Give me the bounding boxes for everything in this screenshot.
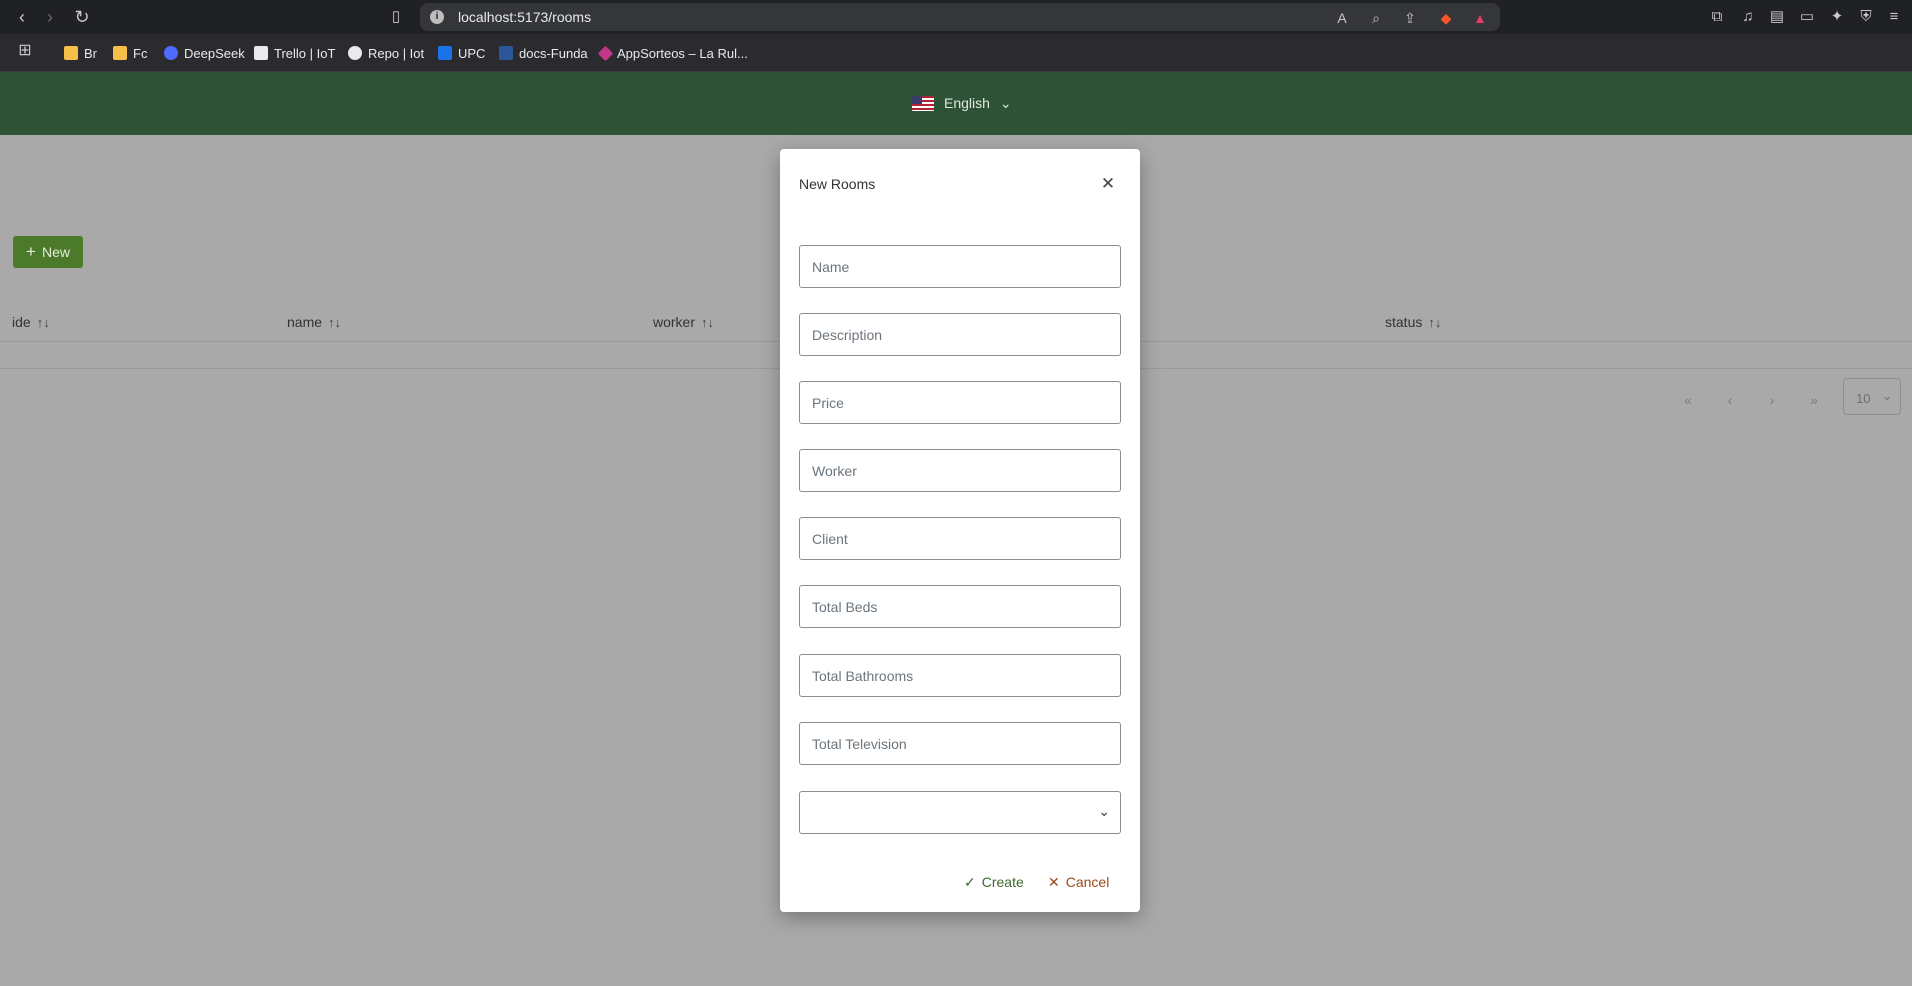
sort-icon: ↑↓ — [328, 314, 342, 330]
bookmark-appsorteos[interactable]: AppSorteos – La Rul... — [597, 43, 748, 63]
brave-rewards-icon[interactable]: ▲ — [1470, 8, 1490, 28]
bookmarks-bar: ⊞ Br Fc DeepSeek Trello | IoT Repo | Iot… — [0, 34, 1912, 72]
upc-icon — [438, 46, 452, 60]
appsorteos-icon — [597, 45, 614, 61]
folder-icon — [64, 46, 78, 60]
description-input[interactable] — [799, 313, 1121, 356]
sort-icon: ↑↓ — [36, 314, 50, 330]
sort-icon: ↑↓ — [1428, 314, 1442, 330]
worker-input[interactable] — [799, 449, 1121, 492]
next-page-icon[interactable]: › — [1760, 388, 1784, 412]
vpn-icon[interactable]: ⛨ — [1856, 7, 1876, 27]
price-input[interactable] — [799, 381, 1121, 424]
create-button[interactable]: ✓ Create — [964, 872, 1024, 892]
create-button-label: Create — [981, 874, 1024, 890]
new-button-label: New — [41, 244, 70, 260]
menu-icon[interactable]: ≡ — [1884, 7, 1904, 27]
leo-ai-icon[interactable]: ✦ — [1827, 7, 1847, 27]
total-beds-input[interactable] — [799, 585, 1121, 628]
close-icon[interactable]: ✕ — [1097, 173, 1119, 195]
browser-toolbar: ‹ › ↻ ▯ i localhost:5173/rooms A ⌕ ⇪ ◆ ▲… — [0, 0, 1912, 34]
address-bar[interactable]: i localhost:5173/rooms A ⌕ ⇪ ◆ ▲ — [420, 3, 1500, 31]
check-icon: ✓ — [964, 873, 976, 890]
name-input[interactable] — [799, 245, 1121, 288]
url-text: localhost:5173/rooms — [458, 9, 592, 25]
dialog-title: New Rooms — [799, 176, 876, 192]
bookmark-repo[interactable]: Repo | Iot — [348, 43, 424, 63]
bookmark-icon[interactable]: ▯ — [384, 5, 408, 29]
bookmark-upc[interactable]: UPC — [438, 43, 485, 63]
status-dropdown[interactable]: ⌄ — [799, 791, 1121, 834]
zoom-icon[interactable]: ⌕ — [1366, 8, 1386, 28]
wallet-icon[interactable]: ▭ — [1797, 7, 1817, 27]
new-button[interactable]: + New — [13, 236, 83, 268]
word-icon — [499, 46, 513, 60]
github-icon — [348, 46, 362, 60]
language-label: English — [944, 95, 990, 111]
client-input[interactable] — [799, 517, 1121, 560]
sidebar-icon[interactable]: ▤ — [1767, 7, 1787, 27]
reload-icon[interactable]: ↻ — [70, 5, 94, 29]
bookmark-br[interactable]: Br — [64, 43, 97, 63]
last-page-icon[interactable]: » — [1802, 388, 1826, 412]
chevron-down-icon: ⌄ — [1098, 803, 1110, 819]
share-icon[interactable]: ⇪ — [1400, 8, 1420, 28]
translate-icon[interactable]: A — [1332, 8, 1352, 28]
chevron-down-icon: ⌄ — [1881, 389, 1892, 403]
column-header-ide[interactable]: ide ↑↓ — [12, 314, 50, 330]
trello-icon — [254, 46, 268, 60]
total-bathrooms-input[interactable] — [799, 654, 1121, 697]
extensions-icon[interactable]: ⧉ — [1707, 7, 1727, 27]
back-icon[interactable]: ‹ — [10, 5, 34, 29]
site-info-icon[interactable]: i — [430, 10, 444, 24]
forward-icon[interactable]: › — [38, 5, 62, 29]
cancel-button[interactable]: ✕ Cancel — [1048, 872, 1109, 892]
folder-icon — [113, 46, 127, 60]
column-header-name[interactable]: name ↑↓ — [287, 314, 341, 330]
column-header-worker[interactable]: worker ↑↓ — [653, 314, 714, 330]
us-flag-icon — [912, 95, 934, 111]
brave-shield-icon[interactable]: ◆ — [1436, 8, 1456, 28]
chevron-down-icon: ⌄ — [999, 94, 1012, 111]
deepseek-icon — [164, 46, 178, 60]
first-page-icon[interactable]: « — [1676, 388, 1700, 412]
apps-grid-icon[interactable]: ⊞ — [13, 39, 37, 63]
bookmark-fc[interactable]: Fc — [113, 43, 147, 63]
app-header: English ⌄ — [0, 72, 1912, 135]
plus-icon: + — [26, 242, 36, 261]
rows-per-page-select[interactable]: 10 ⌄ — [1843, 378, 1901, 415]
bookmark-trello[interactable]: Trello | IoT — [254, 43, 335, 63]
bookmark-deepseek[interactable]: DeepSeek — [164, 43, 245, 63]
cancel-button-label: Cancel — [1065, 874, 1110, 890]
sort-icon: ↑↓ — [701, 314, 715, 330]
column-header-status[interactable]: status ↑↓ — [1385, 314, 1441, 330]
prev-page-icon[interactable]: ‹ — [1718, 388, 1742, 412]
new-room-dialog: New Rooms ✕ ⌄ ✓ Create ✕ Cancel — [780, 149, 1140, 912]
language-selector[interactable]: English ⌄ — [912, 90, 1012, 116]
bookmark-docs[interactable]: docs-Funda — [499, 43, 588, 63]
close-icon: ✕ — [1048, 873, 1060, 890]
total-television-input[interactable] — [799, 722, 1121, 765]
media-icon[interactable]: ♫ — [1738, 7, 1758, 27]
